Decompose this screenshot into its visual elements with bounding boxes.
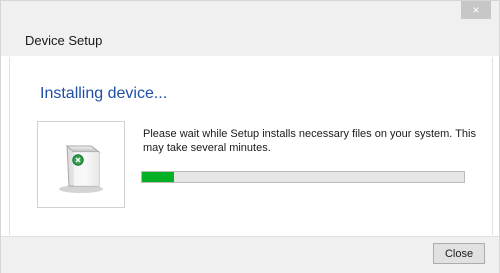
install-progress-fill: [142, 172, 175, 182]
main-instruction: Installing device...: [40, 85, 168, 102]
close-icon[interactable]: ×: [461, 1, 491, 19]
close-button[interactable]: Close: [433, 243, 485, 264]
content-panel: Installing device... Please wait while S…: [9, 57, 493, 235]
title-bar: ×: [1, 1, 499, 26]
progress-message: Please wait while Setup installs necessa…: [143, 128, 476, 154]
device-icon: [37, 121, 125, 208]
window-header: Device Setup: [1, 26, 499, 56]
install-progress-bar: [141, 171, 465, 183]
device-setup-window: × Device Setup Installing device... Plea…: [0, 0, 500, 273]
footer-bar: Close: [1, 236, 499, 273]
window-title: Device Setup: [25, 33, 103, 48]
